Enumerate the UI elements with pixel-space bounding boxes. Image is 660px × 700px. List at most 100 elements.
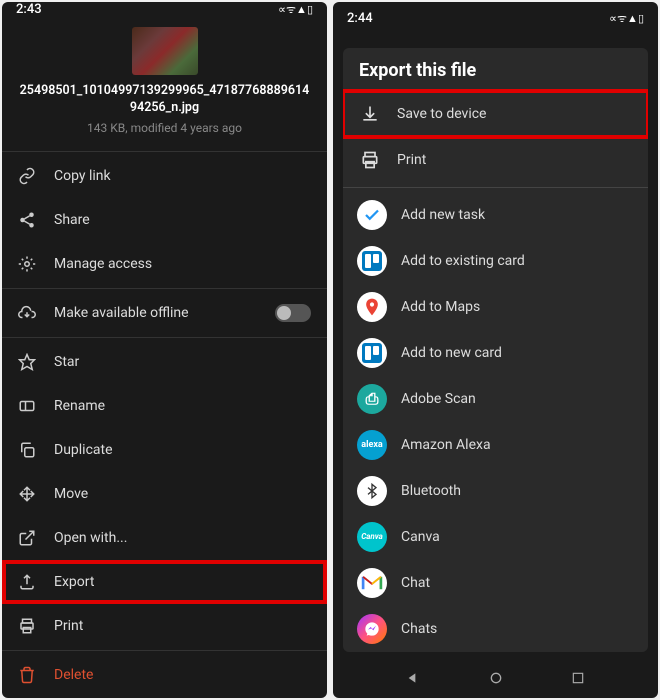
- open-with-item[interactable]: Open with...: [2, 516, 327, 560]
- bluetooth-label: Bluetooth: [401, 483, 461, 499]
- duplicate-label: Duplicate: [54, 442, 311, 458]
- divider: [2, 650, 327, 651]
- gear-icon: [18, 255, 36, 273]
- copy-link-label: Copy link: [54, 168, 311, 184]
- add-task-label: Add new task: [401, 207, 485, 223]
- messenger-app-icon: [357, 614, 387, 644]
- nav-back[interactable]: [75, 697, 91, 698]
- divider: [2, 151, 327, 152]
- add-card-label: Add to existing card: [401, 253, 525, 269]
- export-sheet: Export this file Save to device Print Ad…: [343, 48, 648, 652]
- trello-app-icon: [357, 246, 387, 276]
- move-label: Move: [54, 486, 311, 502]
- link-icon: [18, 167, 36, 185]
- delete-label: Delete: [54, 667, 311, 683]
- canva-item[interactable]: Canva Canva: [343, 514, 648, 560]
- bluetooth-item[interactable]: Bluetooth: [343, 468, 648, 514]
- nav-bar: [333, 658, 658, 698]
- status-bar: 2:43 ∝ᯤ▲▯: [2, 2, 327, 17]
- gmail-chat-app-icon: [357, 568, 387, 598]
- add-new-card-item[interactable]: Add to new card: [343, 330, 648, 376]
- external-link-icon: [18, 529, 36, 547]
- status-icons: ∝ᯤ▲▯: [278, 2, 313, 17]
- maps-label: Add to Maps: [401, 299, 480, 315]
- export-icon: [18, 573, 36, 591]
- nav-home[interactable]: [488, 670, 504, 686]
- right-screenshot: 2:44 ∝ᯤ▲▯ Home Files Photos Account Expo…: [333, 2, 658, 698]
- sheet-title: Export this file: [343, 48, 648, 91]
- move-item[interactable]: Move: [2, 472, 327, 516]
- open-with-label: Open with...: [54, 530, 311, 546]
- save-to-device-item[interactable]: Save to device: [343, 91, 648, 137]
- nav-bar: [2, 697, 327, 698]
- cloud-download-icon: [18, 304, 36, 322]
- print-label: Print: [397, 152, 426, 168]
- export-item[interactable]: Export: [2, 560, 327, 604]
- chats-item[interactable]: Chats: [343, 606, 648, 652]
- status-time: 2:44: [347, 11, 373, 26]
- alexa-label: Amazon Alexa: [401, 437, 491, 453]
- star-label: Star: [54, 354, 311, 370]
- maps-app-icon: [357, 292, 387, 322]
- add-existing-card-item[interactable]: Add to existing card: [343, 238, 648, 284]
- chat-label: Chat: [401, 575, 430, 591]
- trash-icon: [18, 666, 36, 684]
- delete-item[interactable]: Delete: [2, 653, 327, 697]
- offline-item[interactable]: Make available offline: [2, 291, 327, 335]
- move-icon: [18, 485, 36, 503]
- status-bar: 2:44 ∝ᯤ▲▯: [333, 2, 658, 34]
- chat-item[interactable]: Chat: [343, 560, 648, 606]
- file-thumbnail: [132, 27, 198, 75]
- left-screenshot: 2:43 ∝ᯤ▲▯ 25498501_10104997139299965_471…: [2, 2, 327, 698]
- new-card-label: Add to new card: [401, 345, 502, 361]
- print-icon: [18, 617, 36, 635]
- bluetooth-app-icon: [357, 476, 387, 506]
- print-item[interactable]: Print: [2, 604, 327, 648]
- print-label: Print: [54, 618, 311, 634]
- chats-label: Chats: [401, 621, 437, 637]
- add-maps-item[interactable]: Add to Maps: [343, 284, 648, 330]
- trello-app-icon: [357, 338, 387, 368]
- star-icon: [18, 353, 36, 371]
- file-name: 25498501_10104997139299965_4718776888961…: [14, 83, 315, 117]
- adobe-scan-item[interactable]: ⎙ Adobe Scan: [343, 376, 648, 422]
- add-task-item[interactable]: Add new task: [343, 192, 648, 238]
- divider: [2, 288, 327, 289]
- right-content: Home Files Photos Account Export this fi…: [333, 34, 658, 658]
- divider: [343, 187, 648, 188]
- canva-app-icon: Canva: [357, 522, 387, 552]
- download-icon: [357, 101, 383, 127]
- share-icon: [18, 211, 36, 229]
- duplicate-icon: [18, 441, 36, 459]
- file-meta: 143 KB, modified 4 years ago: [87, 121, 242, 135]
- duplicate-item[interactable]: Duplicate: [2, 428, 327, 472]
- offline-toggle[interactable]: [275, 304, 311, 322]
- status-time: 2:43: [16, 2, 42, 17]
- offline-label: Make available offline: [54, 305, 257, 321]
- alexa-app-icon: alexa: [357, 430, 387, 460]
- menu-list: Copy link Share Manage access Make avail…: [2, 149, 327, 697]
- manage-access-item[interactable]: Manage access: [2, 242, 327, 286]
- copy-link-item[interactable]: Copy link: [2, 154, 327, 198]
- print-icon: [357, 147, 383, 173]
- export-label: Export: [54, 574, 311, 590]
- status-icons: ∝ᯤ▲▯: [609, 11, 644, 26]
- nav-back[interactable]: [406, 670, 422, 686]
- nav-recent[interactable]: [571, 671, 585, 685]
- nav-home[interactable]: [157, 697, 173, 698]
- rename-item[interactable]: Rename: [2, 384, 327, 428]
- adobe-label: Adobe Scan: [401, 391, 476, 407]
- alexa-item[interactable]: alexa Amazon Alexa: [343, 422, 648, 468]
- star-item[interactable]: Star: [2, 340, 327, 384]
- share-label: Share: [54, 212, 311, 228]
- print-item[interactable]: Print: [343, 137, 648, 183]
- rename-label: Rename: [54, 398, 311, 414]
- file-header: 25498501_10104997139299965_4718776888961…: [2, 17, 327, 149]
- save-label: Save to device: [397, 106, 486, 122]
- adobe-scan-app-icon: ⎙: [357, 384, 387, 414]
- manage-access-label: Manage access: [54, 256, 311, 272]
- canva-label: Canva: [401, 529, 440, 545]
- share-item[interactable]: Share: [2, 198, 327, 242]
- tasks-app-icon: [357, 200, 387, 230]
- divider: [2, 337, 327, 338]
